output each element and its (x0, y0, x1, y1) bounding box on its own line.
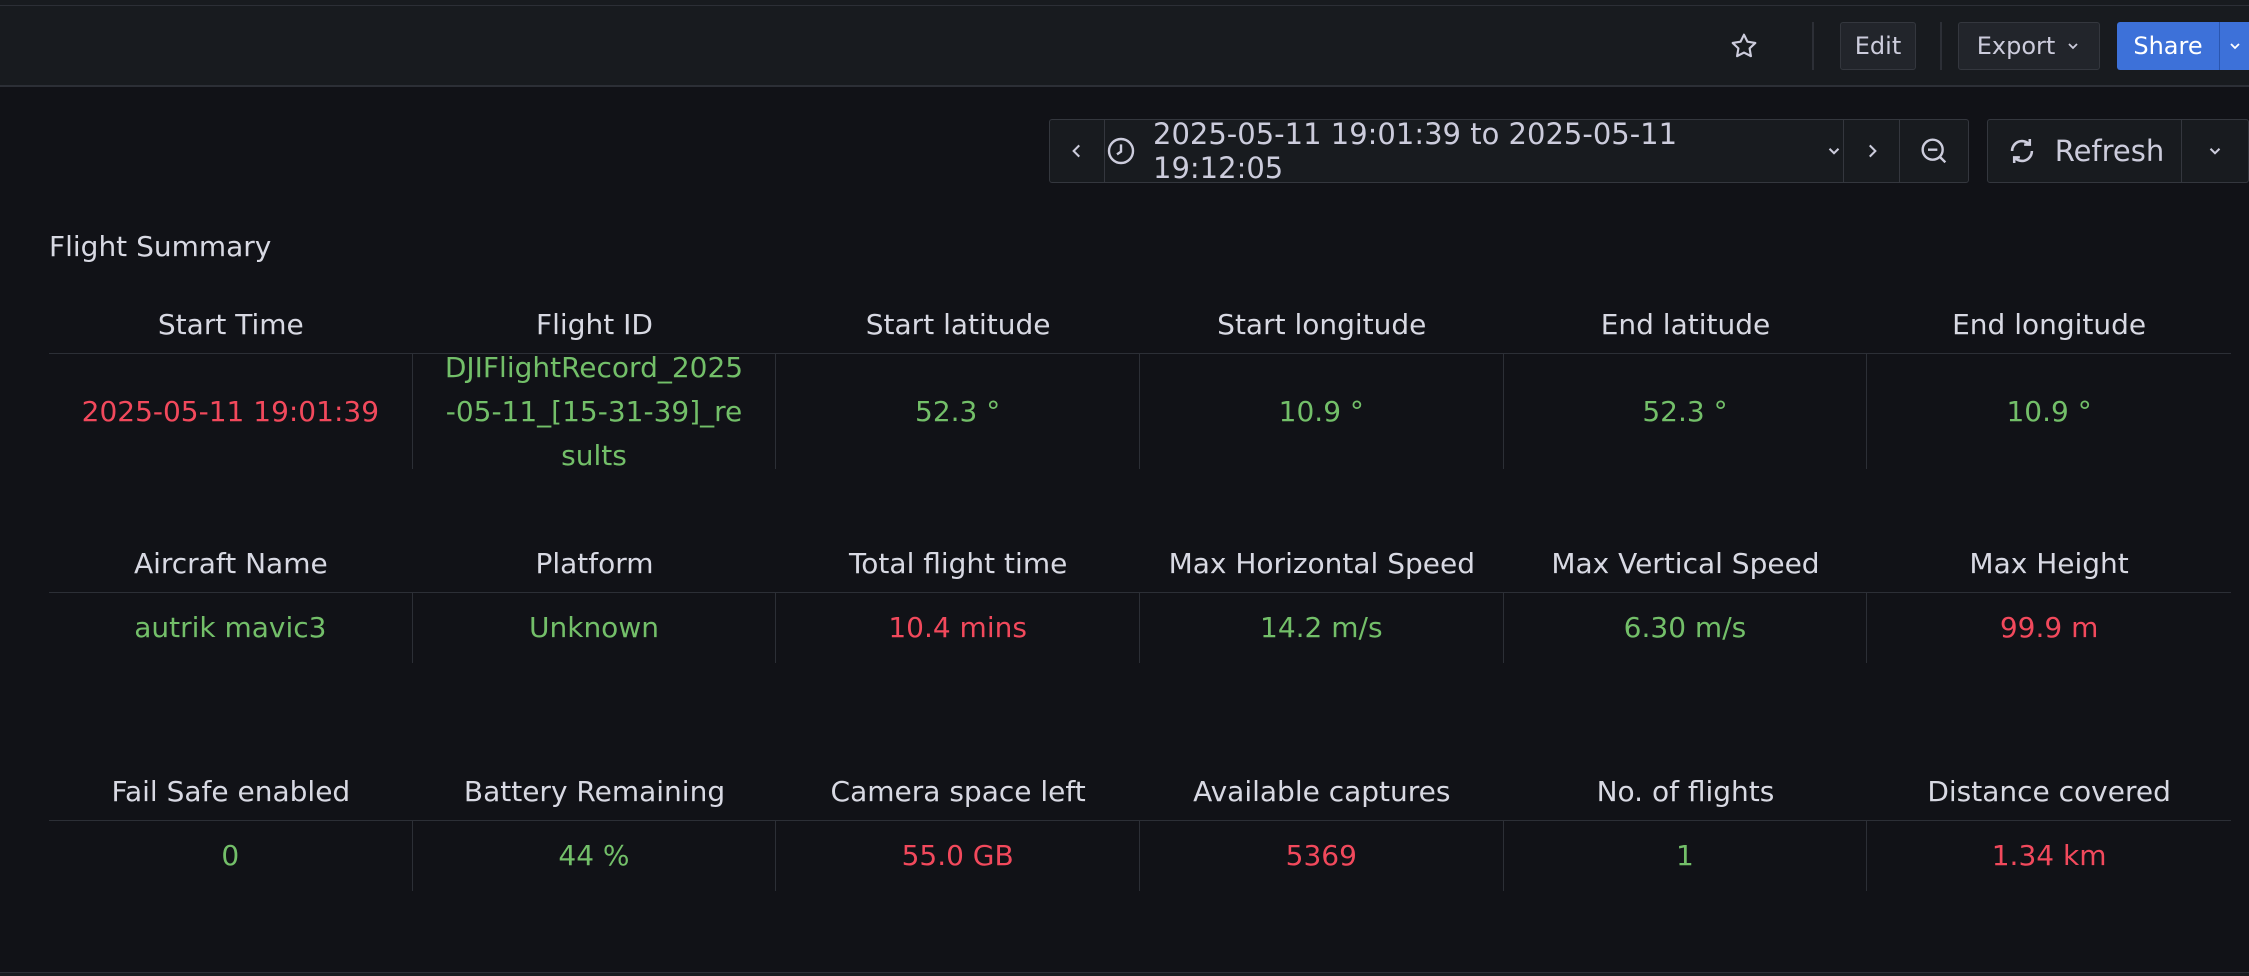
stat-header: Max Horizontal Speed (1139, 535, 1504, 593)
refresh-interval-dropdown[interactable] (2181, 119, 2249, 183)
stat-header: Fail Safe enabled (49, 763, 413, 821)
bottom-edge (0, 972, 2249, 976)
stat-value: 14.2 m/s (1140, 593, 1504, 663)
stat-value: 0 (49, 821, 413, 891)
stat-value: 55.0 GB (776, 821, 1140, 891)
refresh-label: Refresh (2054, 134, 2165, 168)
stat-value: 10.4 mins (776, 593, 1140, 663)
refresh-icon (2005, 134, 2039, 168)
stat-table: Aircraft Name Platform Total flight time… (49, 535, 2231, 663)
stat-header: Platform (412, 535, 777, 593)
edit-button[interactable]: Edit (1840, 22, 1916, 70)
refresh-button[interactable]: Refresh (1987, 119, 2182, 183)
stat-header: End latitude (1503, 296, 1868, 354)
time-range-forward-button[interactable] (1843, 119, 1900, 183)
stat-header: Available captures (1139, 763, 1504, 821)
stat-table: Start Time Flight ID Start latitude Star… (49, 296, 2231, 472)
chevron-down-icon (1825, 142, 1843, 160)
stat-value-row: autrik mavic3 Unknown 10.4 mins 14.2 m/s… (49, 593, 2231, 663)
stat-header: Max Height (1867, 535, 2231, 593)
stat-value: 2025-05-11 19:01:39 (49, 354, 413, 469)
stat-header-row: Fail Safe enabled Battery Remaining Came… (49, 763, 2231, 821)
stat-header: Distance covered (1867, 763, 2231, 821)
flight-id-value: DJIFlightRecord_2025-05-11_[15-31-39]_re… (444, 350, 744, 472)
stat-value: 52.3 ° (776, 354, 1140, 469)
stat-value: Unknown (413, 593, 777, 663)
stat-value: 44 % (413, 821, 777, 891)
stat-value: 52.3 ° (1504, 354, 1868, 469)
stat-value: 6.30 m/s (1504, 593, 1868, 663)
time-range-back-button[interactable] (1049, 119, 1105, 183)
stat-header: No. of flights (1503, 763, 1868, 821)
chevron-down-icon (2065, 38, 2081, 54)
stat-value: 1 (1504, 821, 1868, 891)
stat-value: 10.9 ° (2006, 394, 2092, 428)
stat-value-row: 2025-05-11 19:01:39 DJIFlightRecord_2025… (49, 351, 2231, 472)
clock-icon (1105, 135, 1137, 167)
stat-header: Start longitude (1139, 296, 1504, 354)
export-button[interactable]: Export (1958, 22, 2100, 70)
stat-header: Battery Remaining (412, 763, 777, 821)
stat-value: 10.9 ° (1140, 354, 1504, 469)
panel-title: Flight Summary (49, 230, 272, 263)
stat-value: 1.34 km (1991, 839, 2107, 872)
stat-header: Start latitude (776, 296, 1140, 354)
stat-header: Start Time (49, 296, 413, 354)
chevron-down-icon (2227, 38, 2243, 54)
zoom-out-icon (1918, 135, 1950, 167)
stat-header: Camera space left (776, 763, 1140, 821)
stat-header: Max Vertical Speed (1503, 535, 1868, 593)
chevron-right-icon (1863, 142, 1881, 160)
star-button[interactable] (1724, 22, 1764, 70)
chevron-left-icon (1068, 142, 1086, 160)
export-label: Export (1976, 32, 2056, 60)
stat-header: Total flight time (776, 535, 1140, 593)
stat-header: Aircraft Name (49, 535, 413, 593)
time-range-label: 2025-05-11 19:01:39 to 2025-05-11 19:12:… (1153, 117, 1678, 185)
stat-value-row: 0 44 % 55.0 GB 5369 1 1.34 km (49, 821, 2231, 891)
stat-value: 99.9 m (1999, 611, 2099, 644)
stat-header-row: Start Time Flight ID Start latitude Star… (49, 296, 2231, 354)
dashboard-toolbar: Edit Export Share (0, 6, 2249, 87)
chevron-down-icon (2206, 142, 2224, 160)
star-icon (1728, 30, 1760, 62)
share-dropdown-button[interactable] (2219, 22, 2249, 70)
share-button[interactable]: Share (2117, 22, 2219, 70)
zoom-out-button[interactable] (1899, 119, 1969, 183)
stat-table: Fail Safe enabled Battery Remaining Came… (49, 763, 2231, 891)
stat-value: autrik mavic3 (49, 593, 413, 663)
toolbar-divider (1812, 22, 1814, 70)
stat-value: DJIFlightRecord_2025-05-11_[15-31-39]_re… (413, 351, 777, 472)
stat-header: End longitude (1867, 296, 2231, 354)
toolbar-divider (1940, 22, 1942, 70)
stat-header-row: Aircraft Name Platform Total flight time… (49, 535, 2231, 593)
time-range-picker[interactable]: 2025-05-11 19:01:39 to 2025-05-11 19:12:… (1104, 117, 1844, 185)
stat-value: 5369 (1140, 821, 1504, 891)
